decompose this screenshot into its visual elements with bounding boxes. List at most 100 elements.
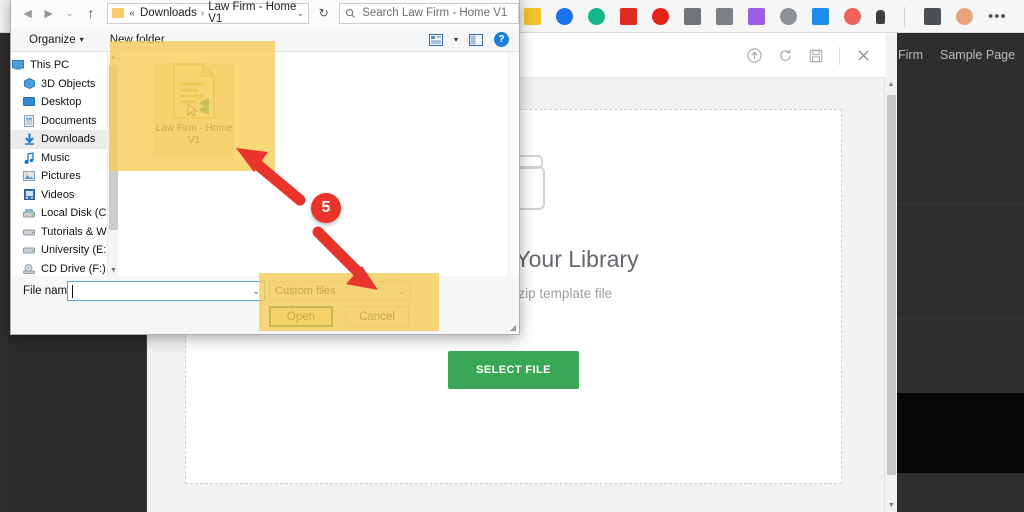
pictures-icon: [22, 171, 36, 182]
sidebar-item-label: Tutorials & Worl: [41, 225, 107, 238]
header-divider: [839, 46, 840, 65]
new-folder-label: New folder: [109, 33, 165, 46]
profile-avatar[interactable]: [956, 8, 973, 25]
upload-icon[interactable]: [747, 48, 762, 63]
step-badge-5: 5: [311, 193, 341, 223]
breadcrumb-part-downloads[interactable]: Downloads: [140, 7, 197, 19]
sidebar-item-label: 3D Objects: [41, 77, 96, 90]
view-layout-icon[interactable]: [428, 33, 443, 46]
drive-icon: [22, 246, 36, 254]
extension-yellow-icon[interactable]: [524, 8, 541, 25]
organize-button[interactable]: Organize ▾: [29, 34, 84, 46]
sidebar-item-videos[interactable]: Videos: [11, 186, 107, 205]
extension-green-circle-icon[interactable]: [588, 8, 605, 25]
sidebar-item-this-pc[interactable]: This PC: [11, 56, 107, 75]
text-caret: [72, 284, 73, 298]
up-button[interactable]: ↑: [80, 5, 101, 21]
extension-blue-note-icon[interactable]: [812, 8, 829, 25]
music-icon: [22, 151, 36, 164]
sidebar-item-label: CD Drive (F:) LTE: [41, 262, 107, 275]
new-folder-button[interactable]: New folder: [110, 34, 165, 46]
extension-opera-icon[interactable]: [652, 8, 669, 25]
select-file-button[interactable]: SELECT FILE: [448, 351, 579, 389]
sidebar-item-tutorials[interactable]: Tutorials & Worl: [11, 223, 107, 242]
sidebar-item-music[interactable]: Music: [11, 149, 107, 168]
chevron-down-icon: ⌄: [397, 285, 405, 296]
refresh-button[interactable]: ↻: [313, 6, 334, 20]
file-list[interactable]: Law Firm - Home V1: [118, 52, 519, 276]
dialog-footer: File name: ⌄ Custom files ⌄ Open Cancel …: [11, 276, 519, 334]
sidebar-item-desktop[interactable]: Desktop: [11, 93, 107, 112]
file-item[interactable]: Law Firm - Home V1: [154, 63, 234, 156]
forward-button[interactable]: ►: [38, 5, 59, 21]
extension-red-spiral-icon[interactable]: [844, 8, 861, 25]
sidebar-item-university[interactable]: University (E:): [11, 241, 107, 260]
cancel-button[interactable]: Cancel: [345, 306, 409, 327]
breadcrumb[interactable]: « Downloads › Law Firm - Home V1 ⌄: [107, 1, 310, 25]
resize-grip[interactable]: ◢: [510, 323, 516, 332]
tree-scrollbar[interactable]: ▲ ▼: [107, 52, 118, 276]
close-icon[interactable]: [856, 48, 871, 63]
sidebar-item-3d-objects[interactable]: 3D Objects: [11, 75, 107, 94]
breadcrumb-separator: ›: [200, 7, 205, 19]
json-file-icon: [173, 63, 216, 119]
recent-locations-button[interactable]: ⌄: [59, 8, 80, 19]
search-input[interactable]: Search Law Firm - Home V1: [339, 2, 519, 24]
sidebar-item-pictures[interactable]: Pictures: [11, 167, 107, 186]
breadcrumb-overflow[interactable]: «: [129, 8, 135, 19]
breadcrumb-part-current[interactable]: Law Firm - Home V1: [208, 1, 296, 25]
filename-input[interactable]: ⌄: [67, 281, 265, 301]
scroll-up-arrow[interactable]: ▲: [885, 78, 897, 91]
sidebar-item-label: This PC: [30, 59, 70, 72]
chevron-down-icon[interactable]: ⌄: [297, 8, 305, 19]
sidebar-item-local-disk[interactable]: Local Disk (C:): [11, 204, 107, 223]
page-scrollbar[interactable]: ▲ ▼: [884, 78, 897, 512]
site-nav-item-sample-page[interactable]: Sample Page: [940, 48, 1015, 62]
file-open-dialog: ◄ ► ⌄ ↑ « Downloads › Law Firm - Home V1…: [10, 0, 520, 335]
tree-scroll-up[interactable]: ▲: [108, 52, 118, 63]
collections-icon[interactable]: [924, 8, 941, 25]
refresh-icon[interactable]: [778, 48, 793, 63]
sidebar-item-label: Downloads: [41, 133, 96, 146]
organize-label: Organize: [29, 33, 76, 46]
right-dark-rail: [897, 33, 1024, 512]
save-icon[interactable]: [809, 49, 823, 63]
extension-blue-shield-icon[interactable]: [556, 8, 573, 25]
documents-icon: [22, 114, 36, 127]
extension-dark-pin-icon[interactable]: [876, 9, 885, 24]
filetype-value: Custom files: [275, 285, 336, 297]
sidebar-item-downloads[interactable]: Downloads: [11, 130, 107, 149]
drive-icon: [22, 228, 36, 236]
sidebar-item-label: Documents: [41, 114, 97, 127]
extension-purple-icon[interactable]: [748, 8, 765, 25]
extension-gray-circle-icon[interactable]: [780, 8, 797, 25]
tree-scroll-thumb[interactable]: [109, 65, 118, 230]
file-list-scrollbar[interactable]: [508, 52, 519, 276]
filetype-dropdown[interactable]: Custom files ⌄: [269, 281, 411, 301]
chevron-down-icon[interactable]: ▾: [454, 35, 458, 44]
chevron-down-icon: ▾: [79, 35, 84, 44]
cd-drive-icon: [22, 263, 36, 274]
help-button[interactable]: ?: [494, 32, 509, 47]
dialog-body: This PC 3D Objects Desktop Documents Dow…: [11, 52, 519, 276]
sidebar-item-label: Videos: [41, 188, 75, 201]
search-placeholder: Search Law Firm - Home V1: [362, 7, 508, 19]
extension-red-square-icon[interactable]: [620, 8, 637, 25]
extension-camera-icon[interactable]: [684, 8, 701, 25]
open-button[interactable]: Open: [269, 306, 333, 327]
chevron-down-icon[interactable]: ⌄: [252, 286, 260, 297]
command-bar-right: ▾ ?: [428, 32, 509, 47]
editor-header-icons: [747, 33, 871, 78]
scroll-down-arrow[interactable]: ▼: [885, 499, 898, 512]
extension-screenshot-icon[interactable]: [716, 8, 733, 25]
sidebar-item-documents[interactable]: Documents: [11, 112, 107, 131]
dialog-navbar: ◄ ► ⌄ ↑ « Downloads › Law Firm - Home V1…: [11, 0, 519, 28]
scroll-thumb[interactable]: [887, 95, 896, 475]
dialog-command-bar: Organize ▾ New folder ▾ ?: [11, 28, 519, 52]
more-options-icon[interactable]: •••: [988, 9, 1007, 24]
preview-pane-icon[interactable]: [469, 33, 483, 46]
sidebar-item-cd-drive[interactable]: CD Drive (F:) LTE: [11, 260, 107, 277]
back-button[interactable]: ◄: [17, 5, 38, 21]
site-nav-item-firm[interactable]: Firm: [898, 48, 923, 62]
3d-objects-icon: [22, 78, 36, 90]
